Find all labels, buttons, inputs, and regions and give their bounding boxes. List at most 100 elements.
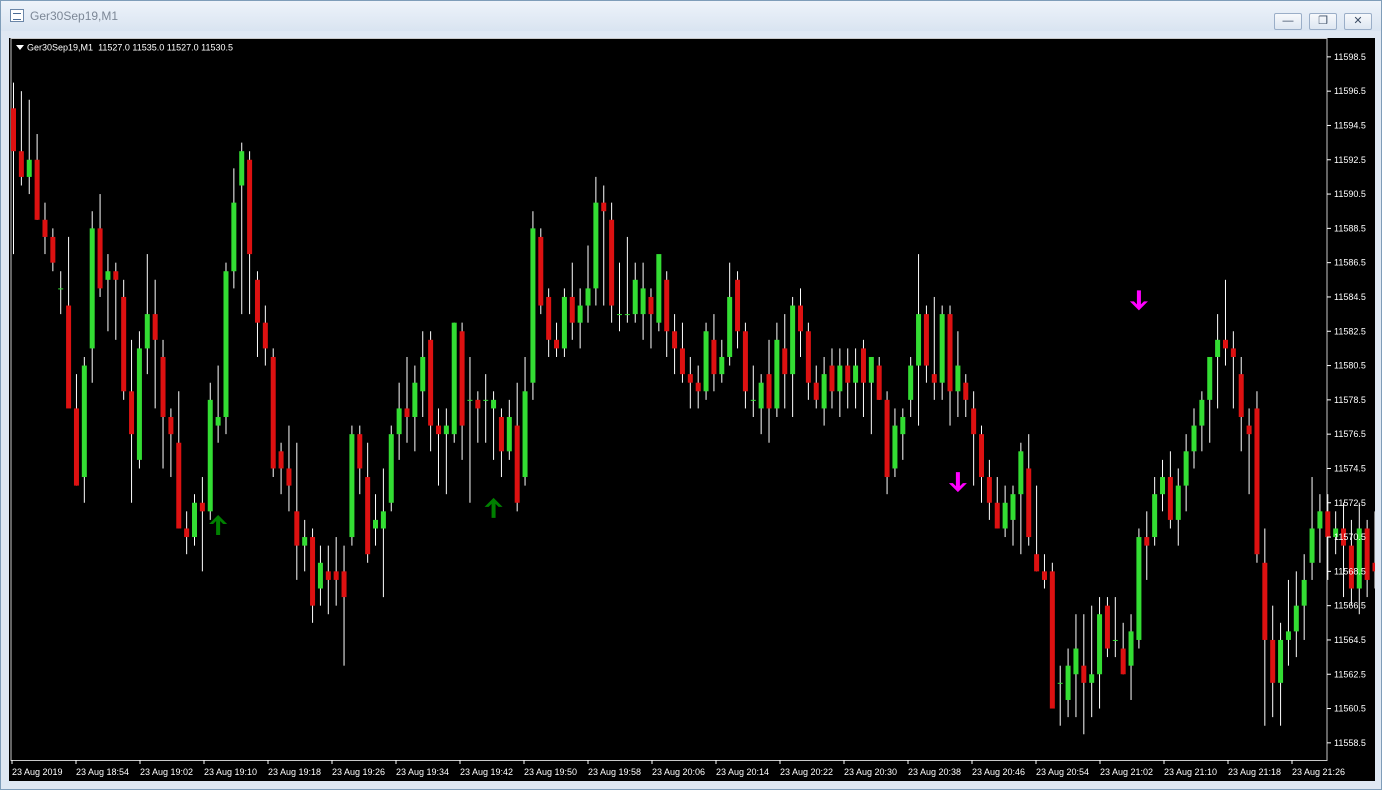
candle-bear — [876, 365, 882, 400]
candle-bull — [192, 502, 198, 538]
candle-bull — [1309, 528, 1315, 563]
candle-bear — [1372, 562, 1375, 572]
candle-bear — [979, 434, 985, 478]
price-tick-label: 11598.5 — [1334, 52, 1366, 62]
candle-bull — [1152, 494, 1158, 538]
minimize-button[interactable]: — — [1274, 13, 1302, 30]
candle-bear — [947, 314, 953, 392]
candle-bear — [286, 468, 292, 486]
candle-bull — [1191, 425, 1197, 452]
buy-arrow-icon — [484, 497, 503, 518]
candle-bull — [656, 254, 662, 323]
chart-legend: Ger30Sep19,M1 11527.0 11535.0 11527.0 11… — [16, 42, 233, 53]
candle-bull — [750, 399, 756, 401]
candle-bull — [26, 159, 32, 177]
candle-bear — [341, 571, 347, 598]
legend-ohlc: 11527.0 11535.0 11527.0 11530.5 — [98, 42, 234, 53]
candle-bear — [845, 365, 851, 383]
price-tick-label: 11572.5 — [1334, 498, 1366, 508]
candle-bull — [467, 399, 473, 401]
candle-bull — [136, 348, 142, 460]
candle-bear — [247, 159, 253, 255]
candle-bull — [215, 417, 221, 426]
candle-bear — [176, 442, 182, 529]
price-chart[interactable]: 11598.5 11596.5 11594.5 11592.5 11590.5 11588… — [9, 38, 1375, 781]
candle-bull — [349, 434, 355, 538]
time-tick-label: 23 Aug 19:26 — [332, 767, 385, 777]
candle-bear — [34, 159, 40, 220]
candle-bull — [585, 288, 591, 306]
candle-bear — [1026, 468, 1032, 538]
window-title: Ger30Sep19,M1 — [30, 9, 119, 23]
candle-bear — [498, 417, 504, 452]
candle-bear — [459, 331, 465, 426]
candle-bear — [1144, 537, 1150, 546]
time-tick-label: 23 Aug 20:22 — [780, 767, 833, 777]
title-bar[interactable]: Ger30Sep19,M1 — ❐ ✕ — [1, 1, 1381, 31]
candle-bull — [1136, 537, 1142, 640]
candle-bull — [837, 365, 843, 392]
candle-bear — [1325, 511, 1331, 538]
time-tick-label: 23 Aug 20:14 — [716, 767, 769, 777]
candle-bear — [695, 382, 701, 392]
candle-bull — [443, 425, 449, 435]
candle-bear — [199, 502, 205, 512]
candle-bear — [254, 279, 260, 323]
time-tick-label: 23 Aug 19:58 — [588, 767, 641, 777]
candlestick-chart[interactable]: 11598.5 11596.5 11594.5 11592.5 11590.5 11588… — [9, 38, 1375, 781]
candle-bear — [11, 108, 16, 152]
candle-bull — [412, 382, 418, 418]
candle-bull — [89, 228, 95, 349]
candle-bull — [1057, 682, 1063, 684]
candle-bear — [1081, 665, 1087, 683]
candle-bear — [325, 571, 331, 580]
price-tick-label: 11576.5 — [1334, 429, 1366, 439]
candle-bull — [105, 271, 111, 280]
candle-bear — [1167, 477, 1173, 520]
candle-bear — [1238, 374, 1244, 418]
candle-bull — [1002, 502, 1008, 529]
price-tick-label: 11596.5 — [1334, 86, 1366, 96]
candle-bull — [223, 271, 229, 418]
chevron-down-icon[interactable] — [16, 45, 24, 51]
candle-bear — [601, 202, 607, 212]
candle-bull — [302, 537, 308, 546]
candle-bear — [664, 279, 670, 332]
candle-bull — [451, 322, 457, 435]
candle-bull — [1215, 339, 1221, 357]
candle-bear — [435, 425, 441, 435]
price-tick-label: 11586.5 — [1334, 258, 1366, 268]
candle-bear — [546, 296, 552, 340]
candle-bull — [388, 434, 394, 503]
candle-bear — [805, 331, 811, 383]
candle-bull — [561, 296, 567, 349]
candle-bear — [963, 382, 969, 400]
close-button[interactable]: ✕ — [1344, 13, 1372, 30]
candle-bull — [790, 305, 796, 375]
time-tick-label: 23 Aug 21:18 — [1228, 767, 1281, 777]
price-tick-label: 11580.5 — [1334, 361, 1366, 371]
candle-bear — [687, 374, 693, 383]
candle-bear — [514, 425, 520, 503]
candle-bear — [1254, 408, 1260, 555]
candle-bear — [884, 399, 890, 478]
candle-bull — [939, 314, 945, 383]
chart-window: Ger30Sep19,M1 — ❐ ✕ 11598.5 11596.5 11594.… — [0, 0, 1382, 790]
candle-bear — [860, 348, 866, 383]
candle-bear — [310, 537, 316, 606]
time-tick-label: 23 Aug 19:18 — [268, 767, 321, 777]
restore-button[interactable]: ❐ — [1309, 13, 1337, 30]
candle-bull — [81, 365, 87, 478]
candle-bear — [1034, 554, 1040, 572]
price-tick-label: 11582.5 — [1334, 326, 1366, 336]
candle-bull — [231, 202, 237, 272]
candle-bull — [506, 417, 512, 452]
candle-bear — [66, 305, 72, 409]
candle-bull — [955, 365, 961, 392]
candle-bear — [1222, 339, 1228, 349]
candle-bull — [900, 417, 906, 435]
candle-bear — [42, 219, 48, 237]
candle-bear — [735, 279, 741, 332]
candle-bull — [1073, 648, 1079, 675]
candle-bear — [270, 356, 276, 469]
